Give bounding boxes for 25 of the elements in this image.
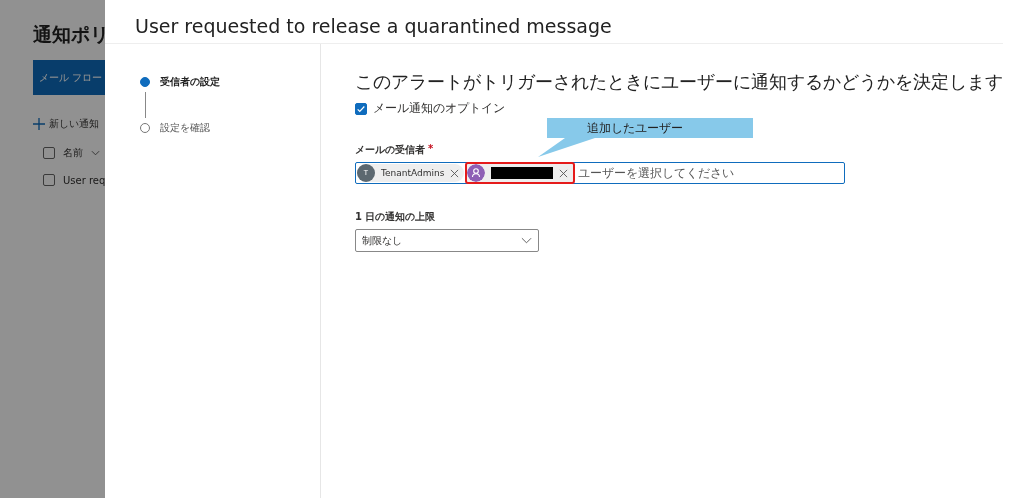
person-avatar-icon: [467, 164, 486, 182]
step-label[interactable]: 受信者の設定: [160, 75, 220, 89]
redacted-bar: [491, 167, 554, 179]
close-icon[interactable]: [450, 168, 460, 178]
mail-flow-button[interactable]: メール フロー: [33, 60, 105, 95]
checkbox[interactable]: [43, 147, 55, 159]
field-label: メールの受信者: [355, 143, 425, 157]
field-label: 1 日の通知の上限: [355, 210, 436, 224]
section-heading: このアラートがトリガーされたときにユーザーに通知するかどうかを決定します: [355, 70, 1003, 94]
user-chip[interactable]: [467, 164, 574, 182]
table-cell: User req: [63, 174, 106, 186]
panel-title: User requested to release a quarantined message: [105, 0, 1003, 44]
checkbox[interactable]: [43, 174, 55, 186]
required-mark: *: [428, 143, 434, 156]
checkbox[interactable]: [355, 102, 367, 115]
new-policy-link[interactable]: 新しい通知: [49, 117, 99, 131]
plus-icon: [33, 118, 45, 130]
column-header[interactable]: 名前: [63, 146, 83, 160]
chevron-icon: [521, 237, 532, 244]
checkbox-label[interactable]: メール通知のオプトイン: [373, 100, 505, 117]
callout-label: 追加したユーザー: [587, 120, 683, 137]
step-label[interactable]: 設定を確認: [160, 121, 210, 135]
chevron-icon: [91, 150, 100, 156]
limit-dropdown[interactable]: 制限なし: [355, 229, 539, 252]
close-icon[interactable]: [559, 168, 569, 178]
